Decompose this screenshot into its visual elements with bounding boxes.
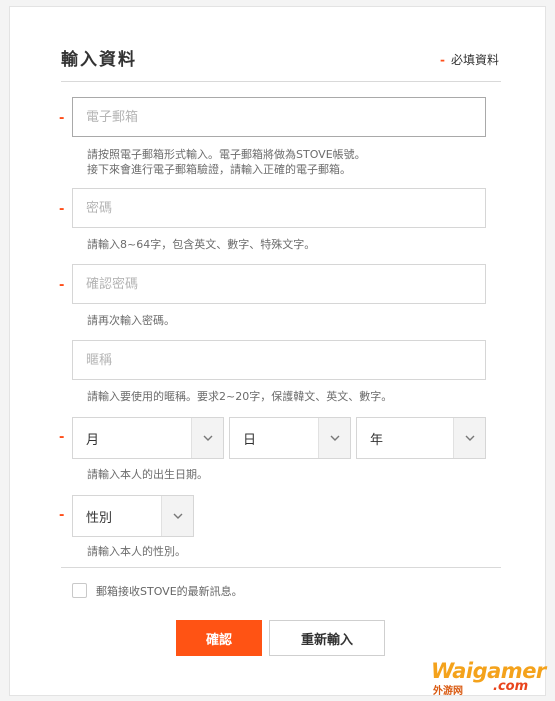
birth-month-select[interactable]: 月: [72, 417, 224, 459]
nickname-input[interactable]: [72, 340, 486, 380]
chevron-down-icon: [191, 418, 223, 458]
confirm-password-help: 請再次輸入密碼。: [87, 314, 175, 327]
required-marker: -: [440, 53, 445, 67]
birth-required-marker: -: [59, 430, 65, 445]
watermark-logo: Waigamer 外游网 .com: [431, 659, 549, 697]
email-input[interactable]: [72, 97, 486, 137]
newsletter-label[interactable]: 郵箱接收STOVE的最新訊息。: [96, 583, 243, 599]
gender-value: 性別: [86, 510, 113, 526]
chevron-down-icon: [453, 418, 485, 458]
signup-form-card: 輸入資料 -必填資料 - 請按照電子郵箱形式輸入。電子郵箱將做為STOVE帳號。…: [9, 6, 546, 696]
reset-button[interactable]: 重新輸入: [269, 620, 385, 656]
watermark-main: Waigamer: [431, 659, 546, 683]
email-help-line2: 接下來會進行電子郵箱驗證，請輸入正確的電子郵箱。: [87, 163, 351, 176]
birth-day-select[interactable]: 日: [229, 417, 351, 459]
password-input[interactable]: [72, 188, 486, 228]
birth-year-value: 年: [370, 432, 384, 448]
watermark-suffix: .com: [493, 679, 529, 694]
password-help: 請輸入8~64字，包含英文、數字、特殊文字。: [87, 238, 316, 251]
confirm-password-required-marker: -: [59, 278, 65, 293]
email-help-line1: 請按照電子郵箱形式輸入。電子郵箱將做為STOVE帳號。: [87, 148, 366, 161]
gender-required-marker: -: [59, 508, 65, 523]
birth-help: 請輸入本人的出生日期。: [87, 468, 208, 481]
confirm-password-input[interactable]: [72, 264, 486, 304]
confirm-button[interactable]: 確認: [176, 620, 262, 656]
gender-select[interactable]: 性別: [72, 495, 194, 537]
email-help: 請按照電子郵箱形式輸入。電子郵箱將做為STOVE帳號。 接下來會進行電子郵箱驗證…: [87, 147, 366, 177]
email-required-marker: -: [59, 111, 65, 126]
required-note-text: 必填資料: [450, 53, 499, 67]
nickname-help: 請輸入要使用的暱稱。要求2~20字，保護韓文、英文、數字。: [87, 390, 393, 403]
required-note: - 必填資料: [440, 51, 499, 68]
gender-help: 請輸入本人的性別。: [87, 545, 186, 558]
footer-divider: [61, 567, 501, 568]
header-divider: [61, 81, 501, 82]
watermark-sub: 外游网: [433, 686, 463, 697]
birth-year-select[interactable]: 年: [356, 417, 486, 459]
form-title: 輸入資料: [61, 50, 137, 70]
password-required-marker: -: [59, 202, 65, 217]
birth-month-value: 月: [86, 432, 100, 448]
chevron-down-icon: [318, 418, 350, 458]
newsletter-checkbox[interactable]: [72, 583, 87, 598]
chevron-down-icon: [161, 496, 193, 536]
birth-day-value: 日: [243, 432, 257, 448]
